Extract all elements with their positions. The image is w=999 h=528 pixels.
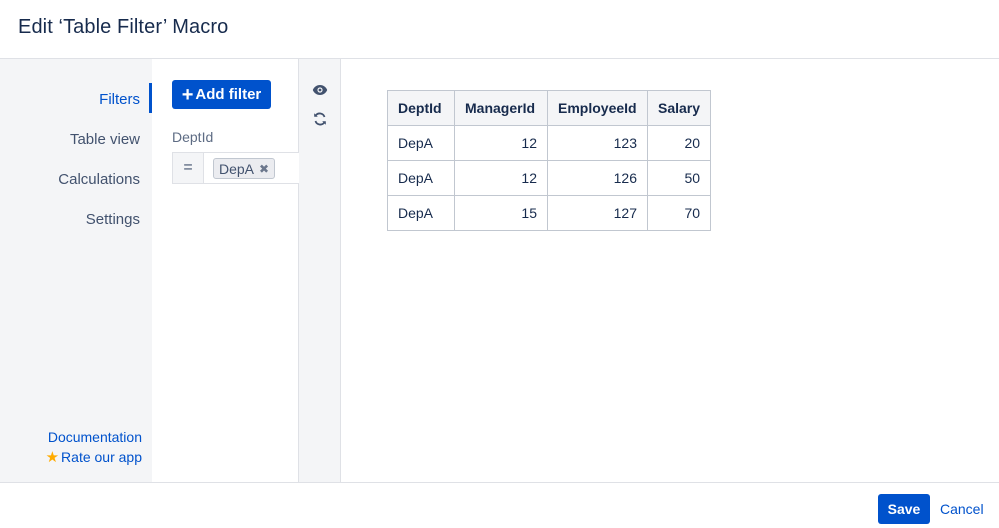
save-button[interactable]: Save	[878, 494, 930, 524]
dialog-title: Edit ‘Table Filter’ Macro	[18, 16, 229, 38]
filter-value-label: DepA	[219, 160, 255, 177]
filter-value-tag: DepA ✖	[213, 158, 276, 179]
table-cell: 12	[454, 125, 548, 161]
nav-item-filters[interactable]: Filters	[99, 91, 140, 108]
table-cell: 70	[646, 195, 712, 231]
table-cell: 123	[547, 125, 648, 161]
table-cell: 12	[454, 160, 548, 196]
column-header-employeeid[interactable]: EmployeeId	[547, 90, 648, 126]
filter-field-label: DeptId	[172, 129, 214, 145]
table-cell: 20	[646, 125, 712, 161]
table-cell: 126	[547, 160, 648, 196]
table-row: DepA 15 127 70	[387, 195, 712, 231]
dialog-header: Edit ‘Table Filter’ Macro	[0, 0, 999, 59]
nav-links: Documentation ★ Rate our app	[46, 427, 142, 468]
nav-item-table-view[interactable]: Table view	[70, 131, 140, 148]
table-row: DepA 12 126 50	[387, 160, 712, 196]
remove-tag-icon[interactable]: ✖	[259, 162, 269, 176]
eye-icon-graphic	[312, 85, 328, 95]
filter-operator[interactable]: =	[173, 153, 204, 183]
filters-panel: + Add filter DeptId = DepA ✖	[152, 59, 299, 482]
tools-column	[299, 59, 341, 482]
nav-item-calculations[interactable]: Calculations	[58, 171, 140, 188]
table-preview: DeptId ManagerId EmployeeId Salary DepA …	[342, 59, 999, 482]
eye-icon[interactable]	[310, 80, 330, 100]
plus-icon: +	[181, 83, 194, 106]
filter-row: = DepA ✖	[172, 152, 299, 184]
cancel-button[interactable]: Cancel	[940, 501, 984, 517]
add-filter-button[interactable]: + Add filter	[172, 80, 271, 109]
table-cell: DepA	[387, 195, 455, 231]
nav-item-settings[interactable]: Settings	[86, 211, 140, 228]
star-icon: ★	[45, 449, 60, 466]
add-filter-label: Add filter	[195, 86, 262, 103]
table-cell: 50	[646, 160, 712, 196]
sidebar-nav: Filters Table view Calculations Settings…	[0, 59, 152, 482]
table-row: DepA 12 123 20	[387, 125, 712, 161]
table-cell: DepA	[387, 125, 455, 161]
column-header-deptid[interactable]: DeptId	[387, 90, 455, 126]
column-header-salary[interactable]: Salary	[646, 90, 712, 126]
data-table: DeptId ManagerId EmployeeId Salary DepA …	[387, 90, 712, 231]
dialog-footer: Save Cancel	[0, 482, 999, 528]
refresh-icon[interactable]	[310, 109, 330, 129]
rate-app-link[interactable]: ★ Rate our app	[46, 447, 142, 468]
table-header-row: DeptId ManagerId EmployeeId Salary	[387, 90, 712, 126]
column-header-managerid[interactable]: ManagerId	[454, 90, 548, 126]
refresh-icon-graphic	[314, 112, 326, 126]
table-cell: 15	[454, 195, 548, 231]
documentation-link[interactable]: Documentation	[46, 427, 142, 447]
table-cell: 127	[547, 195, 648, 231]
rate-app-label: Rate our app	[61, 449, 142, 465]
table-cell: DepA	[387, 160, 455, 196]
